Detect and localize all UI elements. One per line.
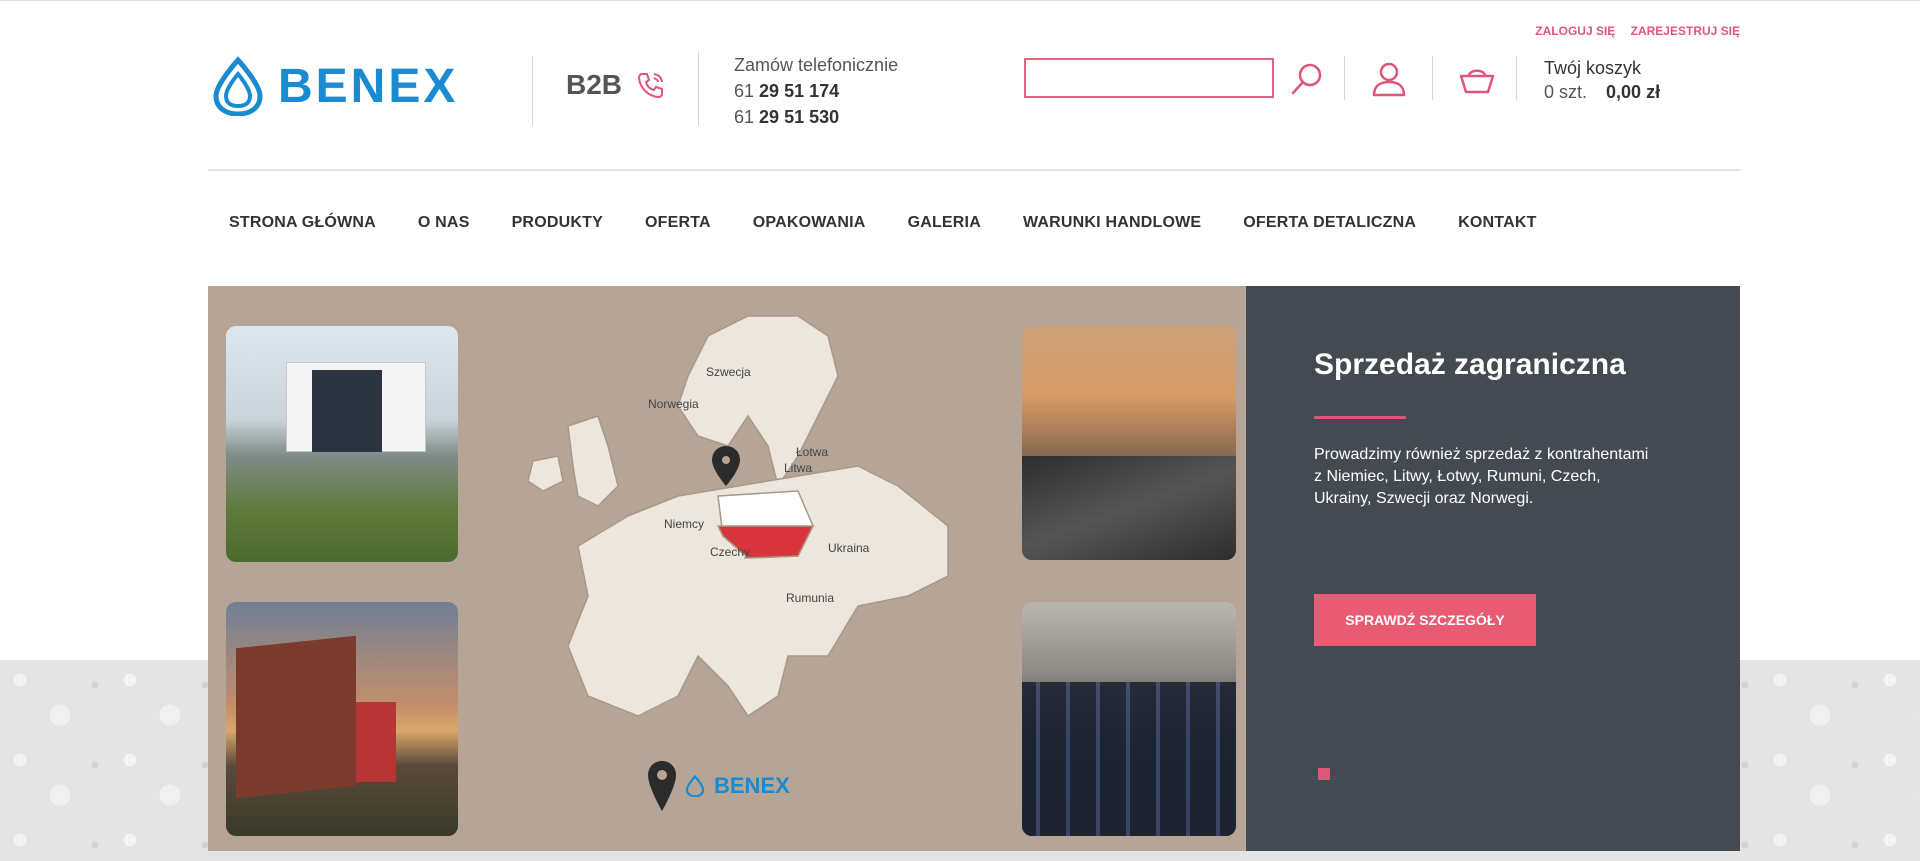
header-divider	[208, 169, 1740, 171]
cart-summary[interactable]: Twój koszyk 0 szt. 0,00 zł	[1544, 56, 1660, 104]
nav-item-home[interactable]: STRONA GŁÓWNA	[208, 214, 397, 232]
hero-slider: Szwecja Norwegia Łotwa Litwa Niemcy Czec…	[208, 286, 1740, 851]
map-label-rumunia: Rumunia	[786, 591, 834, 605]
map-label-lotwa: Łotwa	[796, 445, 828, 459]
site-logo[interactable]: BENEX	[208, 56, 458, 116]
truck-photo	[226, 602, 458, 836]
header: BENEX B2B Zamów telefonicznie 61 29 51 1…	[208, 20, 1740, 170]
nav-item-packaging[interactable]: OPAKOWANIA	[732, 214, 887, 232]
divider	[1344, 56, 1345, 100]
hero-title: Sprzedaż zagraniczna	[1314, 348, 1626, 381]
warehouse-photo	[1022, 602, 1236, 836]
nav-item-gallery[interactable]: GALERIA	[887, 214, 1002, 232]
user-icon[interactable]	[1370, 60, 1408, 98]
cart-total: 0,00 zł	[1606, 82, 1661, 102]
nav-item-retail-offer[interactable]: OFERTA DETALICZNA	[1222, 214, 1437, 232]
hero-description: Prowadzimy również sprzedaż z kontrahent…	[1314, 446, 1649, 507]
logo-text: BENEX	[278, 59, 459, 113]
location-pin-icon	[648, 761, 676, 811]
title-underline	[1314, 416, 1406, 419]
phone-prefix: 61	[734, 107, 755, 127]
map-label-szwecja: Szwecja	[706, 365, 751, 379]
building-photo	[226, 326, 458, 562]
b2b-link[interactable]: B2B	[566, 68, 668, 102]
phone-prefix: 61	[734, 81, 755, 101]
cart-count: 0 szt.	[1544, 82, 1588, 102]
nav-item-contact[interactable]: KONTAKT	[1437, 214, 1557, 232]
map-brand-text: BENEX	[714, 773, 790, 798]
nav-item-products[interactable]: PRODUKTY	[491, 214, 624, 232]
search-input[interactable]	[1024, 58, 1274, 98]
hero-image: Szwecja Norwegia Łotwa Litwa Niemcy Czec…	[208, 286, 1246, 851]
hero-panel: Sprzedaż zagraniczna Prowadzimy również …	[1246, 286, 1740, 851]
europe-map: Szwecja Norwegia Łotwa Litwa Niemcy Czec…	[527, 315, 949, 718]
phone-main: 29 51 530	[759, 107, 840, 127]
phone-main: 29 51 174	[759, 81, 840, 101]
map-label-czechy: Czechy	[710, 545, 750, 559]
map-label-ukraina: Ukraina	[828, 541, 870, 555]
divider	[532, 56, 533, 126]
search-icon[interactable]	[1288, 60, 1326, 98]
phone-number-1[interactable]: 61 29 51 174	[734, 78, 898, 104]
map-label-norwegia: Norwegia	[648, 397, 699, 411]
phone-number-2[interactable]: 61 29 51 530	[734, 104, 898, 130]
phone-order: Zamów telefonicznie 61 29 51 174 61 29 5…	[734, 52, 898, 130]
cart-title: Twój koszyk	[1544, 58, 1642, 78]
divider	[698, 52, 699, 126]
slider-dot[interactable]	[1318, 768, 1330, 780]
highway-photo	[1022, 326, 1236, 560]
water-drop-logo-icon	[213, 56, 263, 116]
basket-icon[interactable]	[1458, 64, 1496, 98]
see-details-button[interactable]: SPRAWDŹ SZCZEGÓŁY	[1314, 594, 1536, 646]
nav-item-offer[interactable]: OFERTA	[624, 214, 732, 232]
map-brand: BENEX	[648, 761, 790, 811]
register-link[interactable]: ZAREJESTRUJ SIĘ	[1631, 24, 1740, 38]
divider	[1432, 56, 1433, 100]
b2b-label: B2B	[566, 69, 623, 100]
map-label-niemcy: Niemcy	[664, 517, 704, 531]
login-link[interactable]: ZALOGUJ SIĘ	[1535, 24, 1615, 38]
phone-label: Zamów telefonicznie	[734, 55, 899, 75]
nav-item-trade-terms[interactable]: WARUNKI HANDLOWE	[1002, 214, 1222, 232]
water-drop-logo-icon	[685, 775, 705, 797]
nav-item-about[interactable]: O NAS	[397, 214, 491, 232]
auth-links: ZALOGUJ SIĘ ZAREJESTRUJ SIĘ	[1523, 24, 1740, 38]
divider	[1516, 56, 1517, 100]
top-border	[0, 0, 1920, 5]
main-nav: STRONA GŁÓWNA O NAS PRODUKTY OFERTA OPAK…	[208, 214, 1558, 232]
map-label-litwa: Litwa	[784, 461, 812, 475]
phone-icon	[638, 73, 664, 99]
